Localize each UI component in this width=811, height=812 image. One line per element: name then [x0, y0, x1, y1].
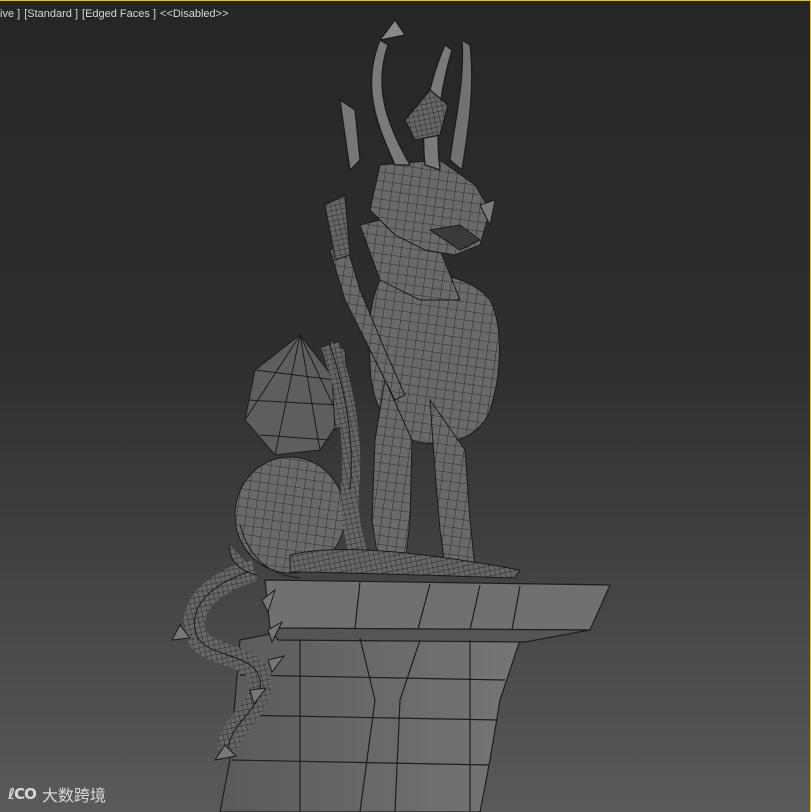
pedestal: [219, 579, 611, 812]
watermark-logo: ℓCO: [8, 785, 37, 803]
watermark-text: 大数跨境: [41, 786, 106, 805]
horns: [339, 18, 473, 172]
watermark: ℓCO 大数跨境: [8, 782, 106, 806]
gargoyle-wireframe-model[interactable]: [0, 0, 811, 812]
3d-viewport[interactable]: ive ] [Standard ] [Edged Faces ] <<Disab…: [0, 0, 811, 812]
